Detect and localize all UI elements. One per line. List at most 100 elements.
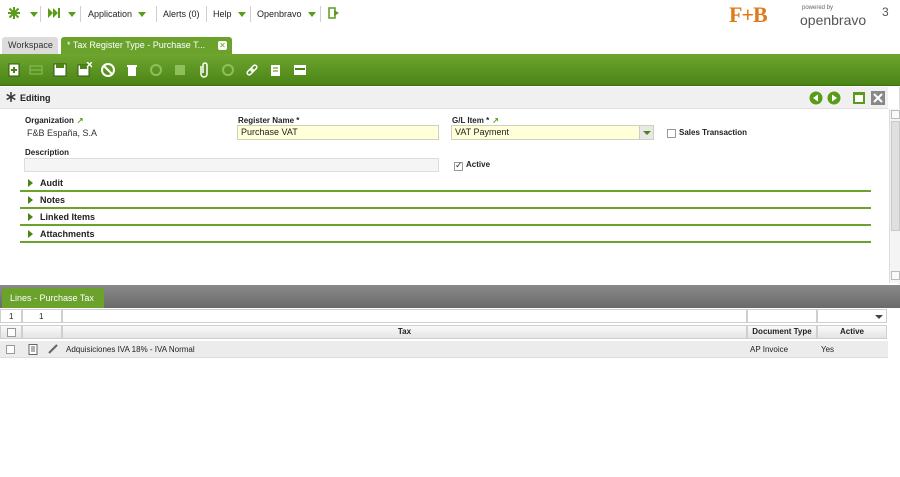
section-linked-items[interactable]: Linked Items	[20, 209, 871, 226]
save-close-button[interactable]	[76, 61, 93, 78]
cell-tax: Adquisiciones IVA 18% - IVA Normal	[66, 345, 195, 354]
close-icon[interactable]: ✕	[218, 41, 227, 50]
select-all-checkbox[interactable]	[7, 328, 16, 337]
section-notes[interactable]: Notes	[20, 192, 871, 209]
quick-launch-dropdown[interactable]	[62, 7, 76, 21]
maximize-icon[interactable]	[852, 91, 866, 105]
top-navigation: Application Alerts (0) Help Openbravo F+…	[0, 0, 900, 30]
tax-filter-input[interactable]	[62, 309, 747, 323]
export-button[interactable]	[172, 62, 188, 78]
column-header-active[interactable]: Active	[817, 325, 887, 339]
grid-count-cell: 1	[0, 309, 22, 323]
gl-item-label-text: G/L Item *	[452, 116, 490, 125]
next-record-icon[interactable]	[827, 91, 841, 105]
description-input[interactable]	[24, 158, 439, 172]
tab-workspace[interactable]: Workspace	[2, 37, 58, 54]
scroll-thumb[interactable]	[891, 121, 900, 231]
previous-record-icon[interactable]	[809, 91, 823, 105]
chevron-down-icon	[138, 12, 147, 18]
save-close-icon	[77, 61, 93, 77]
tab-label: * Tax Register Type - Purchase T...	[67, 40, 206, 50]
close-form-icon[interactable]	[871, 91, 885, 105]
quick-launch-icon[interactable]	[48, 7, 60, 21]
gl-item-select[interactable]: VAT Payment	[451, 125, 654, 140]
paperclip-icon	[200, 62, 208, 78]
tab-tax-register-type[interactable]: * Tax Register Type - Purchase T... ✕	[61, 37, 232, 54]
pencil-icon[interactable]	[48, 344, 58, 354]
openbravo-brand-label: openbravo	[800, 12, 867, 28]
alerts-link[interactable]: Alerts (0)	[163, 7, 200, 21]
link-icon	[246, 64, 258, 76]
scroll-up-icon[interactable]	[891, 110, 900, 119]
scroll-down-icon[interactable]	[891, 271, 900, 280]
link-arrow-icon[interactable]: ↗	[77, 116, 84, 125]
actions-header	[22, 325, 62, 339]
form-view-icon	[294, 65, 306, 75]
section-audit-label: Audit	[40, 178, 63, 188]
section-attachments-label: Attachments	[40, 229, 95, 239]
logout-icon[interactable]	[328, 7, 340, 21]
trash-icon	[127, 65, 137, 76]
refresh-icon	[150, 64, 162, 76]
audit-icon	[222, 64, 234, 76]
column-header-tax[interactable]: Tax	[62, 325, 747, 339]
expand-arrow-icon	[28, 179, 33, 187]
register-name-input[interactable]: Purchase VAT	[237, 125, 439, 140]
document-icon[interactable]	[28, 344, 38, 355]
form-panel: Editing Organization ↗ F&B España, S.A Re…	[0, 87, 900, 284]
export-icon	[175, 65, 185, 75]
tab-lines-purchase-tax[interactable]: Lines - Purchase Tax	[2, 288, 104, 308]
description-label: Description	[25, 148, 70, 157]
fb-logo: F+B	[729, 2, 768, 27]
register-name-label: Register Name *	[238, 116, 300, 125]
chevron-down-icon	[307, 12, 316, 18]
chevron-down-icon	[237, 12, 246, 18]
link-button[interactable]	[244, 62, 260, 78]
form-view-button[interactable]	[292, 62, 308, 78]
print-button[interactable]	[268, 62, 284, 78]
delete-button[interactable]	[124, 62, 140, 78]
menu-dropdown[interactable]	[24, 7, 38, 21]
section-linked-items-label: Linked Items	[40, 212, 96, 222]
print-icon	[271, 65, 280, 76]
row-checkbox[interactable]	[6, 345, 15, 354]
section-audit[interactable]: Audit	[20, 175, 871, 192]
application-menu[interactable]: Application	[88, 7, 147, 21]
column-header-document-type[interactable]: Document Type	[747, 325, 817, 339]
nav-separator	[80, 6, 81, 22]
tab-bar: Workspace * Tax Register Type - Purchase…	[0, 35, 900, 54]
save-icon	[53, 63, 67, 77]
expand-arrow-icon	[28, 213, 33, 221]
cell-document-type: AP Invoice	[750, 345, 789, 354]
form-scrollbar[interactable]	[889, 109, 900, 283]
save-button[interactable]	[52, 62, 68, 78]
expand-arrow-icon	[28, 230, 33, 238]
sales-transaction-checkbox[interactable]	[667, 129, 676, 138]
active-label: Active	[466, 160, 491, 169]
table-row[interactable]: Adquisiciones IVA 18% - IVA Normal AP In…	[0, 341, 888, 358]
openbravo-menu-icon[interactable]	[8, 7, 20, 21]
link-arrow-icon[interactable]: ↗	[492, 116, 499, 125]
section-notes-label: Notes	[40, 195, 66, 205]
user-menu[interactable]: Openbravo	[257, 7, 316, 21]
select-all-header	[0, 325, 22, 339]
undo-button[interactable]	[100, 62, 116, 78]
doctype-filter-input[interactable]	[747, 309, 817, 323]
chevron-down-icon	[875, 315, 883, 319]
chevron-down-icon[interactable]	[639, 126, 653, 139]
nav-separator	[320, 6, 321, 22]
toolbar	[0, 54, 900, 86]
help-menu[interactable]: Help	[213, 7, 246, 21]
section-attachments[interactable]: Attachments	[20, 226, 871, 243]
form-header: Editing	[0, 87, 888, 109]
new-row-button[interactable]	[28, 62, 44, 78]
audit-trail-button[interactable]	[220, 62, 236, 78]
asterisk-icon	[6, 92, 16, 102]
cell-active: Yes	[821, 345, 835, 354]
refresh-button[interactable]	[148, 62, 164, 78]
attach-button[interactable]	[196, 62, 212, 78]
active-filter-select[interactable]	[817, 309, 887, 323]
lines-tab-bar: Lines - Purchase Tax	[0, 285, 900, 308]
new-document-button[interactable]	[6, 62, 22, 78]
active-checkbox[interactable]	[454, 160, 463, 171]
